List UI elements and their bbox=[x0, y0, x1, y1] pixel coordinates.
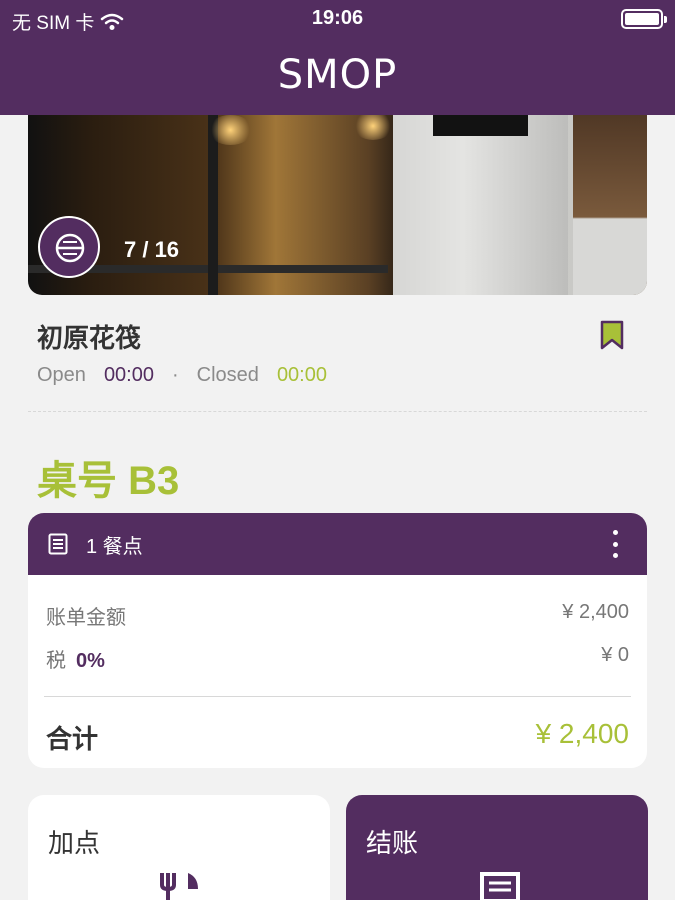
store-photo-gallery[interactable]: 7 / 16 bbox=[28, 100, 647, 295]
fork-knife-icon bbox=[160, 873, 198, 900]
bill-amount-label: 账单金额 bbox=[46, 607, 126, 629]
tax-row: 税 0% ¥ 0 bbox=[46, 644, 629, 673]
store-badge-icon bbox=[38, 216, 100, 278]
closed-time: 00:00 bbox=[276, 364, 327, 386]
divider bbox=[28, 411, 647, 412]
app-logo: SMOP bbox=[277, 52, 398, 98]
add-order-button[interactable]: 加点 bbox=[28, 795, 330, 900]
bookmark-icon[interactable] bbox=[600, 320, 624, 350]
store-name: 初原花筏 bbox=[37, 323, 142, 353]
bill-card: 1 餐点 账单金额 ¥ 2,400 税 0% ¥ 0 合计 ¥ 2,400 bbox=[28, 513, 647, 768]
checkout-label: 结账 bbox=[366, 828, 419, 858]
checkout-button[interactable]: 结账 bbox=[346, 795, 648, 900]
open-label: Open bbox=[37, 364, 86, 386]
receipt-list-icon bbox=[48, 533, 68, 555]
hours-separator: · bbox=[172, 364, 179, 386]
open-time: 00:00 bbox=[103, 364, 154, 386]
photo-light bbox=[353, 112, 393, 140]
total-label: 合计 bbox=[46, 724, 99, 754]
bill-header: 1 餐点 bbox=[28, 513, 647, 575]
photo-light bbox=[208, 115, 253, 145]
bill-amount-value: ¥ 2,400 bbox=[562, 601, 629, 623]
status-time: 19:06 bbox=[311, 7, 364, 29]
tax-value: ¥ 0 bbox=[601, 644, 629, 666]
gallery-counter: 7 / 16 bbox=[124, 237, 180, 262]
table-number: 桌号 B3 bbox=[37, 459, 180, 503]
total-row: 合计 ¥ 2,400 bbox=[46, 718, 629, 756]
bill-item-count: 1 餐点 bbox=[86, 535, 143, 558]
total-value: ¥ 2,400 bbox=[535, 718, 629, 749]
battery-icon bbox=[621, 9, 667, 29]
tax-rate: 0% bbox=[76, 650, 105, 672]
bill-amount-row: 账单金额 ¥ 2,400 bbox=[46, 601, 629, 630]
receipt-icon bbox=[480, 872, 520, 900]
bill-divider bbox=[44, 696, 631, 697]
status-bar: 无 SIM 卡 19:06 bbox=[0, 0, 675, 40]
photo-window bbox=[573, 100, 647, 295]
app-header: 无 SIM 卡 19:06 SMOP bbox=[0, 0, 675, 115]
closed-label: Closed bbox=[196, 364, 259, 386]
tax-label: 税 bbox=[46, 650, 66, 672]
store-hours: Open 00:00 · Closed 00:00 bbox=[37, 364, 327, 387]
more-options-icon[interactable] bbox=[613, 530, 619, 558]
add-order-label: 加点 bbox=[48, 828, 101, 858]
